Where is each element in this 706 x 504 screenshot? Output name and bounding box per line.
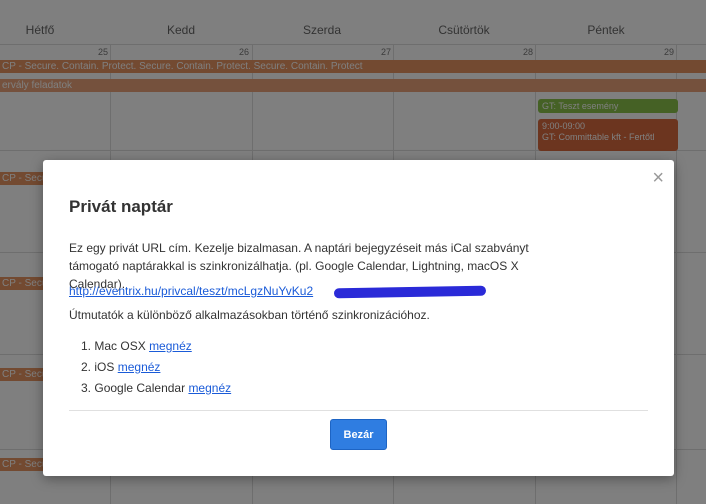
list-number: 2. (81, 360, 92, 374)
sync-guide-list: 1. Mac OSX megnéz 2. iOS megnéz 3. Googl… (81, 338, 231, 401)
modal-title: Privát naptár (69, 197, 173, 216)
list-item-label: Mac OSX (94, 339, 146, 353)
list-item-label: Google Calendar (94, 381, 186, 395)
modal-divider (69, 410, 648, 411)
private-calendar-url-link[interactable]: http://eventrix.hu/privcal/teszt/mcLgzNu… (69, 284, 313, 298)
list-item-label: iOS (94, 360, 115, 374)
sync-guide-text: Útmutatók a különböző alkalmazásokban tö… (69, 308, 430, 322)
private-url-row: http://eventrix.hu/privcal/teszt/mcLgzNu… (69, 284, 487, 300)
list-number: 1. (81, 339, 92, 353)
list-item: 3. Google Calendar megnéz (81, 380, 231, 401)
close-button[interactable]: Bezár (330, 419, 387, 450)
view-guide-link-ios[interactable]: megnéz (118, 360, 161, 374)
close-icon[interactable]: × (652, 168, 664, 188)
private-calendar-modal: × Privát naptár Ez egy privát URL cím. K… (43, 160, 674, 476)
list-item: 2. iOS megnéz (81, 359, 231, 380)
list-item: 1. Mac OSX megnéz (81, 338, 231, 359)
view-guide-link-google[interactable]: megnéz (188, 381, 231, 395)
list-number: 3. (81, 381, 92, 395)
view-guide-link-mac[interactable]: megnéz (149, 339, 192, 353)
redaction-mark (333, 285, 487, 299)
